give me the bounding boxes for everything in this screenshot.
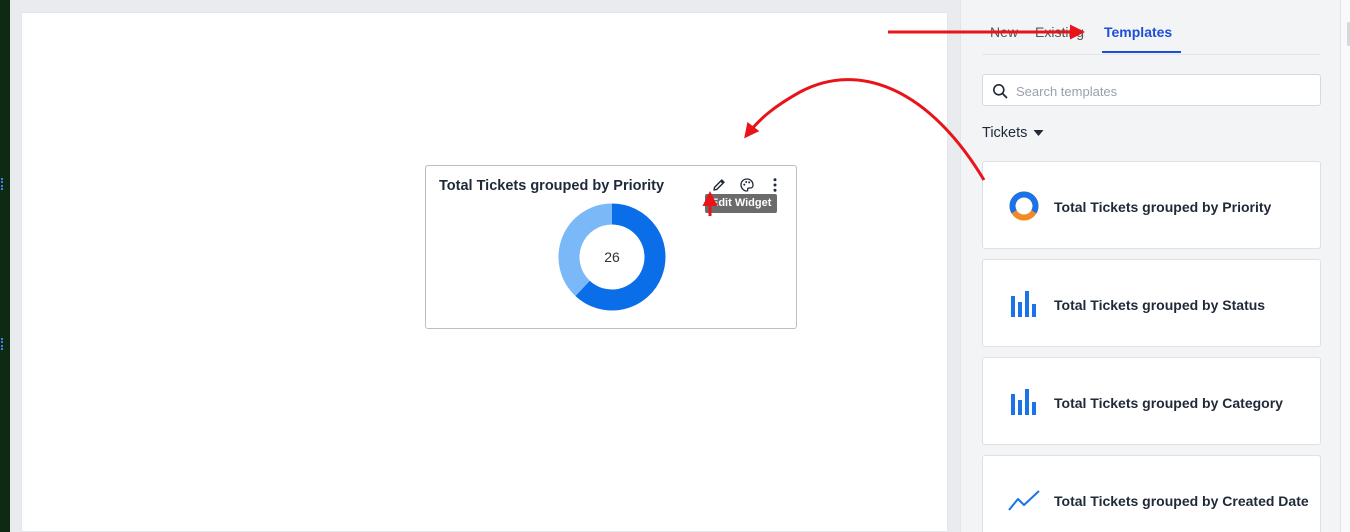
edit-widget-tooltip: Edit Widget xyxy=(705,194,778,213)
active-tab-indicator xyxy=(1102,51,1181,53)
tab-new[interactable]: New xyxy=(990,24,1018,40)
dashboard-widget[interactable]: Total Tickets grouped by Priority 26 xyxy=(425,165,797,329)
bar-chart-icon xyxy=(1011,389,1036,415)
left-edge-strip xyxy=(0,0,10,532)
template-card-category[interactable]: Total Tickets grouped by Category xyxy=(982,357,1321,445)
donut-total-value: 26 xyxy=(604,249,620,265)
category-label: Tickets xyxy=(982,125,1028,141)
tab-templates[interactable]: Templates xyxy=(1104,24,1172,40)
bar-chart-icon xyxy=(1011,291,1036,317)
template-card-status[interactable]: Total Tickets grouped by Status xyxy=(982,259,1321,347)
caret-down-icon xyxy=(1033,130,1044,136)
template-card-priority[interactable]: Total Tickets grouped by Priority xyxy=(982,161,1321,249)
donut-chart-icon xyxy=(1009,191,1039,221)
panel-scrollbar[interactable] xyxy=(1340,0,1350,532)
template-label: Total Tickets grouped by Priority xyxy=(1054,199,1272,215)
widget-title: Total Tickets grouped by Priority xyxy=(439,178,665,194)
pencil-icon xyxy=(713,179,725,191)
palette-icon xyxy=(740,178,754,192)
template-label: Total Tickets grouped by Created Date xyxy=(1054,493,1309,509)
dashboard-canvas: Total Tickets grouped by Priority 26 xyxy=(10,0,960,532)
search-input[interactable] xyxy=(1016,81,1311,101)
drag-handle-icon[interactable] xyxy=(1,178,4,190)
widget-library-panel: New Existing Templates Tickets Total Tic… xyxy=(960,0,1340,532)
template-label: Total Tickets grouped by Status xyxy=(1054,297,1266,313)
more-vertical-icon xyxy=(773,178,777,192)
search-icon xyxy=(993,84,1008,99)
drag-handle-icon[interactable] xyxy=(1,338,4,350)
template-label: Total Tickets grouped by Category xyxy=(1054,395,1283,411)
category-dropdown[interactable]: Tickets xyxy=(982,125,1044,141)
panel-tabs: New Existing Templates xyxy=(982,0,1321,55)
tab-existing[interactable]: Existing xyxy=(1035,24,1084,40)
line-chart-icon xyxy=(1008,490,1040,511)
template-card-created-date[interactable]: Total Tickets grouped by Created Date xyxy=(982,455,1321,532)
template-search xyxy=(982,74,1321,106)
dashboard-page: Total Tickets grouped by Priority 26 xyxy=(21,12,948,532)
